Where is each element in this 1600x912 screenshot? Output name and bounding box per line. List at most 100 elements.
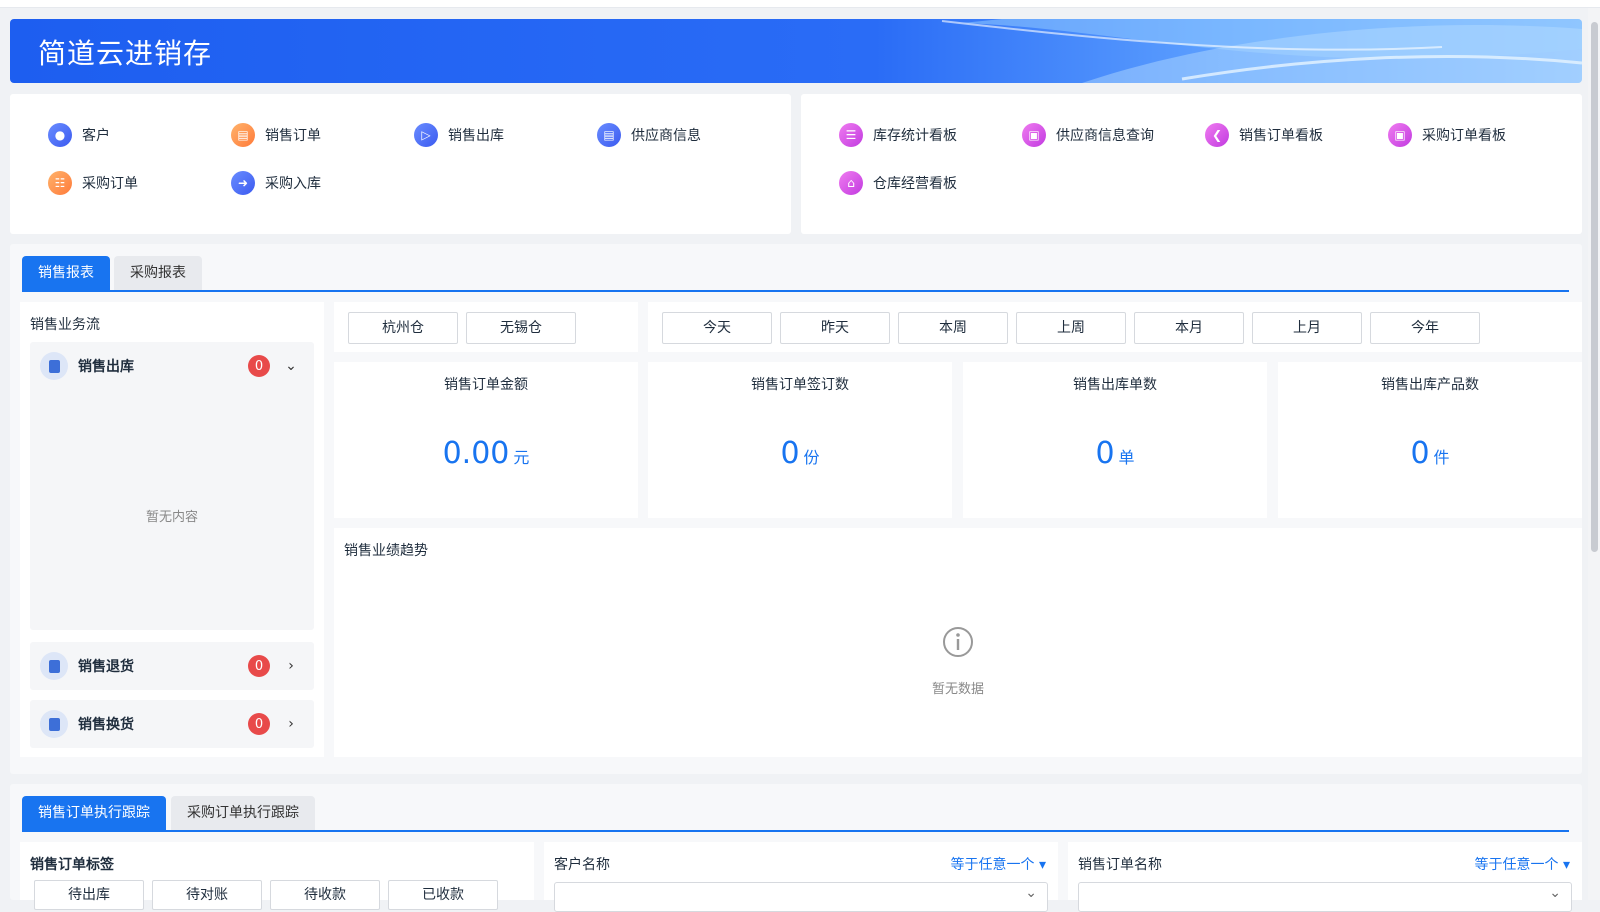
purchase-inbound-icon: ➜ xyxy=(231,171,255,195)
count-badge: 0 xyxy=(248,713,270,735)
stat-label: 销售订单签订数 xyxy=(751,377,849,393)
order-filter-label: 销售订单名称 xyxy=(1078,857,1162,873)
tab-purchase-order-tracking[interactable]: 采购订单执行跟踪 xyxy=(171,796,315,830)
tracking-tabs: 销售订单执行跟踪 采购订单执行跟踪 xyxy=(22,796,1569,832)
stat-unit: 单 xyxy=(1118,448,1135,467)
quick-link-supplier-info[interactable]: ▤ 供应商信息 xyxy=(597,123,701,147)
stat-value: 0.00 元 xyxy=(334,436,638,471)
customer-filter-operator[interactable]: 等于任意一个 ▾ xyxy=(951,854,1046,874)
exchange-document-icon xyxy=(40,710,68,738)
tab-purchase-report[interactable]: 采购报表 xyxy=(114,256,202,290)
quick-link-label: 仓库经营看板 xyxy=(873,176,957,192)
stat-label: 销售出库产品数 xyxy=(1381,377,1479,393)
flow-item-sales-return: 销售退货 0 › xyxy=(30,642,314,690)
chevron-down-icon[interactable]: ⌄ xyxy=(282,358,300,374)
warehouse-dashboard-icon: ⌂ xyxy=(839,171,863,195)
trend-empty-text: 暂无数据 xyxy=(931,682,984,697)
count-badge: 0 xyxy=(248,355,270,377)
filter-period-yesterday[interactable]: 昨天 xyxy=(780,312,890,344)
order-tag-filter: 销售订单标签 待出库 待对账 待收款 已收款 xyxy=(20,842,534,910)
filter-period-today[interactable]: 今天 xyxy=(662,312,772,344)
quick-link-label: 库存统计看板 xyxy=(873,128,957,144)
purchase-order-icon: ☷ xyxy=(48,171,72,195)
tag-filter-title: 销售订单标签 xyxy=(30,857,114,873)
filter-period-last-month[interactable]: 上月 xyxy=(1252,312,1362,344)
flow-item-sales-outbound: 销售出库 0 ⌄ 暂无内容 xyxy=(30,342,314,630)
customer-filter-label: 客户名称 xyxy=(554,857,610,873)
stat-unit: 件 xyxy=(1433,448,1450,467)
chevron-down-icon: ⌄ xyxy=(1025,885,1037,901)
caret-down-icon: ▾ xyxy=(1038,857,1046,873)
filter-period-this-month[interactable]: 本月 xyxy=(1134,312,1244,344)
quick-link-label: 供应商信息 xyxy=(631,128,701,144)
filter-period-last-week[interactable]: 上周 xyxy=(1016,312,1126,344)
lock-document-icon xyxy=(40,652,68,680)
order-filter-operator[interactable]: 等于任意一个 ▾ xyxy=(1475,854,1570,874)
chevron-right-icon[interactable]: › xyxy=(282,658,300,674)
sales-dashboard-icon: ❮ xyxy=(1205,123,1229,147)
count-badge: 0 xyxy=(248,655,270,677)
stat-number: 0 xyxy=(1095,436,1115,471)
stat-label: 销售订单金额 xyxy=(444,377,528,393)
app-title: 简道云进销存 xyxy=(38,37,213,70)
flow-item-label: 销售出库 xyxy=(78,359,134,375)
tab-sales-report[interactable]: 销售报表 xyxy=(22,256,110,290)
quick-link-sales-dashboard[interactable]: ❮ 销售订单看板 xyxy=(1205,123,1323,147)
quick-link-customer[interactable]: ● 客户 xyxy=(48,123,110,147)
flow-row-sales-return[interactable]: 销售退货 0 › xyxy=(30,642,314,690)
tag-pending-outbound[interactable]: 待出库 xyxy=(34,880,144,910)
customer-icon: ● xyxy=(48,123,72,147)
tag-paid[interactable]: 已收款 xyxy=(388,880,498,910)
trend-title: 销售业绩趋势 xyxy=(344,543,428,559)
stat-unit: 元 xyxy=(513,448,530,467)
operator-label: 等于任意一个 xyxy=(950,857,1035,873)
report-tabs: 销售报表 采购报表 xyxy=(22,256,1569,292)
stat-card-order-count: 销售订单签订数 0份 xyxy=(648,362,952,518)
flow-row-sales-outbound[interactable]: 销售出库 0 ⌄ xyxy=(30,342,314,390)
filter-period-this-week[interactable]: 本周 xyxy=(898,312,1008,344)
tag-pending-reconcile[interactable]: 待对账 xyxy=(152,880,262,910)
scrollbar-thumb[interactable] xyxy=(1591,22,1598,552)
customer-name-filter: 客户名称 等于任意一个 ▾ ⌄ xyxy=(544,842,1058,912)
customer-select[interactable]: ⌄ xyxy=(554,882,1048,912)
quick-link-label: 采购入库 xyxy=(265,176,321,192)
filter-warehouse-hangzhou[interactable]: 杭州仓 xyxy=(348,312,458,344)
quick-link-warehouse-dashboard[interactable]: ⌂ 仓库经营看板 xyxy=(839,171,957,195)
info-icon xyxy=(943,627,973,657)
quick-link-label: 销售出库 xyxy=(448,128,504,144)
quick-link-purchase-dashboard[interactable]: ▣ 采购订单看板 xyxy=(1388,123,1506,147)
flow-empty-text: 暂无内容 xyxy=(145,510,198,525)
stat-number: 0 xyxy=(1410,436,1430,471)
quick-link-purchase-inbound[interactable]: ➜ 采购入库 xyxy=(231,171,321,195)
window-top-strip xyxy=(0,0,1600,8)
warehouse-filter-bar: 杭州仓 无锡仓 xyxy=(334,302,638,352)
quick-link-label: 采购订单看板 xyxy=(1422,128,1506,144)
quick-link-sales-outbound[interactable]: ▷ 销售出库 xyxy=(414,123,504,147)
quick-link-label: 采购订单 xyxy=(82,176,138,192)
stat-number: 0.00 xyxy=(442,436,510,471)
stat-card-order-amount: 销售订单金额 0.00 元 xyxy=(334,362,638,518)
stat-value: 0单 xyxy=(963,436,1267,471)
page-scrollbar[interactable] xyxy=(1588,8,1600,900)
tab-sales-order-tracking[interactable]: 销售订单执行跟踪 xyxy=(22,796,166,830)
chevron-down-icon: ⌄ xyxy=(1549,885,1561,901)
supplier-info-icon: ▤ xyxy=(597,123,621,147)
quick-link-purchase-order[interactable]: ☷ 采购订单 xyxy=(48,171,138,195)
quick-link-sales-order[interactable]: ▤ 销售订单 xyxy=(231,123,321,147)
quick-link-inventory-dashboard[interactable]: ☰ 库存统计看板 xyxy=(839,123,957,147)
tag-pending-payment[interactable]: 待收款 xyxy=(270,880,380,910)
stat-value: 0件 xyxy=(1278,436,1582,471)
filter-period-this-year[interactable]: 今年 xyxy=(1370,312,1480,344)
document-icon xyxy=(40,352,68,380)
order-name-select[interactable]: ⌄ xyxy=(1078,882,1572,912)
stat-unit: 份 xyxy=(803,448,820,467)
filter-warehouse-wuxi[interactable]: 无锡仓 xyxy=(466,312,576,344)
chevron-right-icon[interactable]: › xyxy=(282,716,300,732)
quick-link-supplier-query[interactable]: ▣ 供应商信息查询 xyxy=(1022,123,1154,147)
app-banner: 简道云进销存 xyxy=(10,19,1582,83)
flow-row-sales-exchange[interactable]: 销售换货 0 › xyxy=(30,700,314,748)
sales-trend-panel: 销售业绩趋势 暂无数据 xyxy=(334,528,1582,757)
quick-links-left-card: ● 客户 ▤ 销售订单 ▷ 销售出库 ▤ 供应商信息 ☷ 采购订单 ➜ 采购入库 xyxy=(10,94,791,234)
quick-link-label: 客户 xyxy=(82,128,110,144)
flow-title: 销售业务流 xyxy=(30,317,100,333)
